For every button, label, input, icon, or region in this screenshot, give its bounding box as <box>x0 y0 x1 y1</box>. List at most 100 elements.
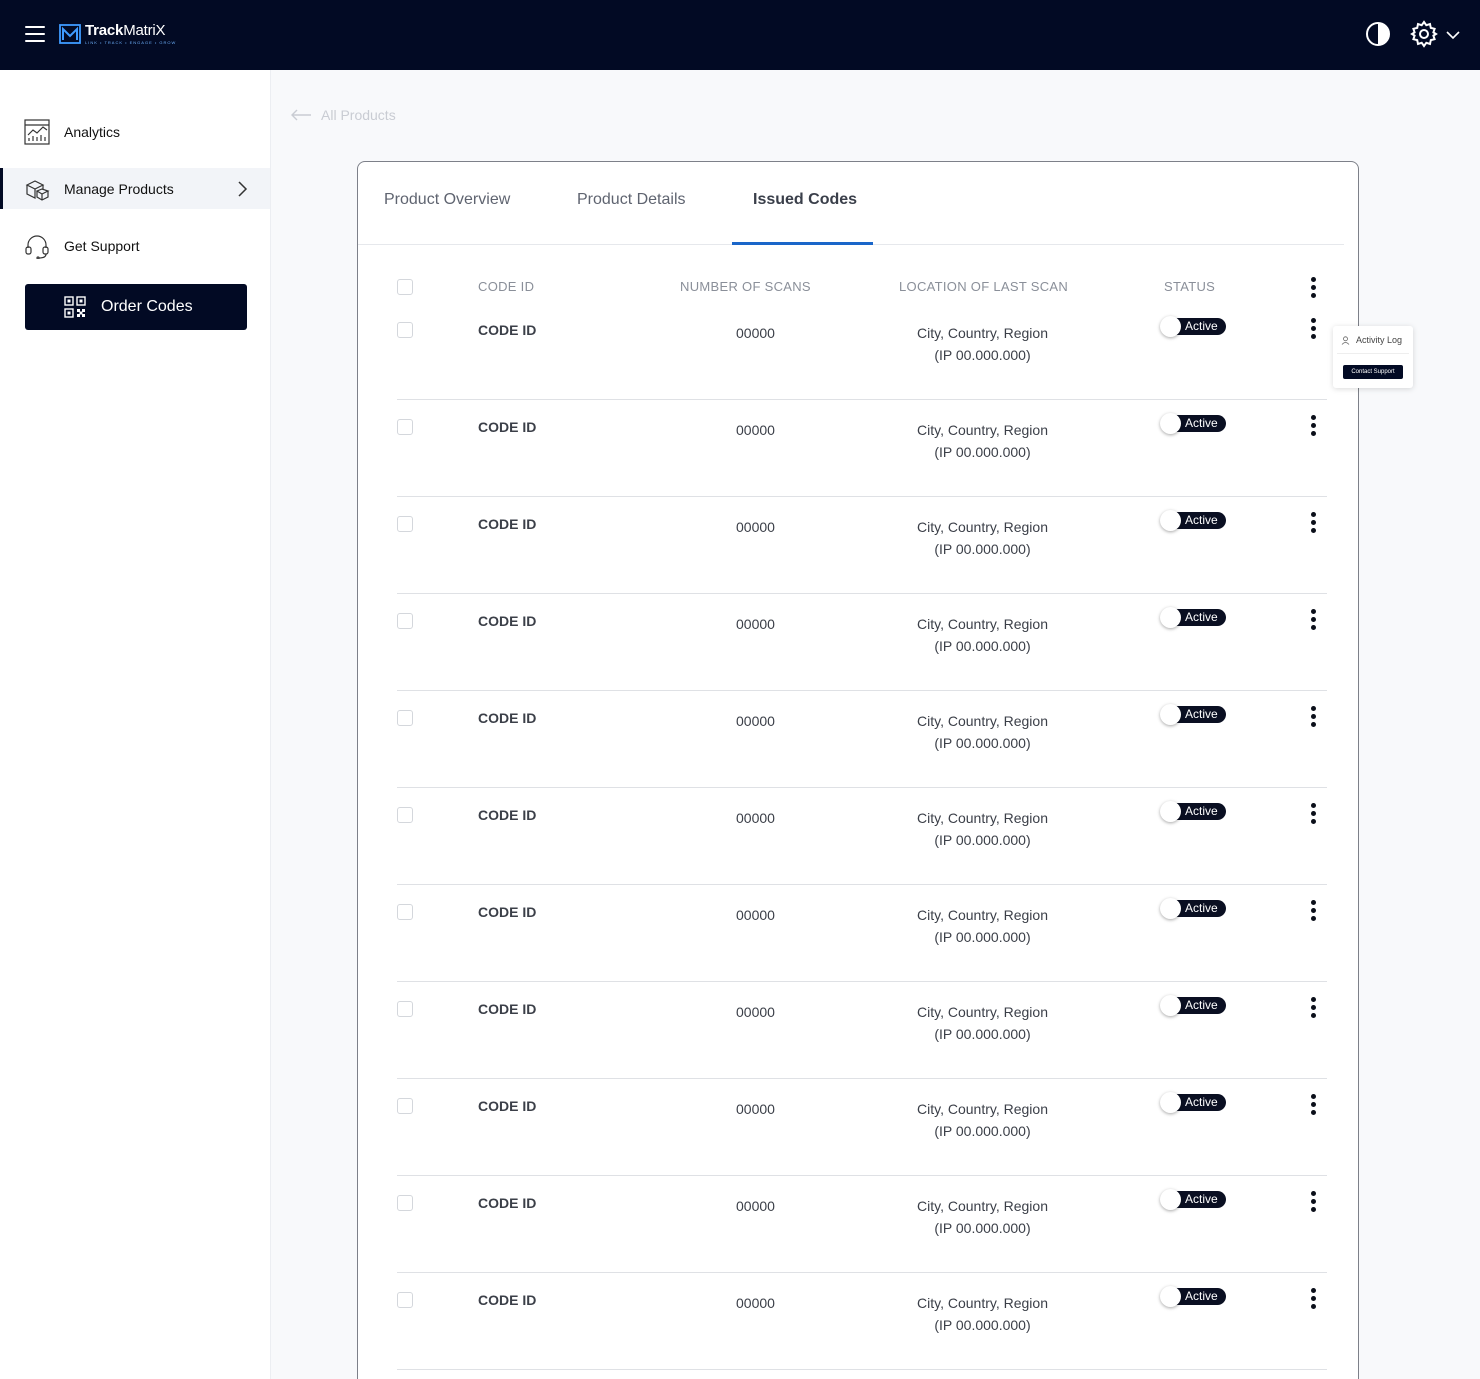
row-more-icon[interactable] <box>1309 1288 1317 1310</box>
status-toggle[interactable]: Active <box>1160 995 1226 1016</box>
boxes-icon <box>25 179 50 201</box>
menu-icon[interactable] <box>25 26 45 44</box>
toggle-knob <box>1160 1286 1181 1307</box>
row-checkbox[interactable] <box>397 710 413 726</box>
row-checkbox[interactable] <box>397 807 413 823</box>
logo-name: TrackMatriX <box>85 22 166 39</box>
row-checkbox[interactable] <box>397 1001 413 1017</box>
header-status[interactable]: STATUS <box>1164 279 1215 294</box>
table-row[interactable]: CODE ID 00000 City, Country, Region (IP 00.… <box>397 1079 1327 1176</box>
row-more-icon[interactable] <box>1309 415 1317 437</box>
ip-text: (IP 00.000.000) <box>934 929 1031 945</box>
location-cell: City, Country, Region (IP 00.000.000) <box>900 1292 1065 1336</box>
table-row[interactable]: CODE ID 00000 City, Country, Region (IP 00.… <box>397 1176 1327 1273</box>
tab-bar: Product Overview Product Details Issued … <box>358 162 1344 245</box>
sidebar-item-manage-products[interactable]: Manage Products <box>0 168 270 209</box>
location-cell: City, Country, Region (IP 00.000.000) <box>900 322 1065 366</box>
row-more-icon[interactable] <box>1309 609 1317 631</box>
tab-product-details[interactable]: Product Details <box>577 191 686 209</box>
status-toggle[interactable]: Active <box>1160 1189 1226 1210</box>
row-more-icon[interactable] <box>1309 900 1317 922</box>
activity-log-label: Activity Log <box>1356 335 1403 345</box>
table-row[interactable]: CODE ID 00000 City, Country, Region (IP 00.… <box>397 885 1327 982</box>
code-id-cell: CODE ID <box>478 807 537 823</box>
sidebar-item-analytics[interactable]: Analytics <box>0 111 270 152</box>
top-bar: TrackMatriX LINK • TRACK • ENGAGE • GROW <box>0 0 1480 70</box>
status-toggle[interactable]: Active <box>1160 704 1226 725</box>
table-row[interactable]: CODE ID 00000 City, Country, Region (IP 00.… <box>397 594 1327 691</box>
header-code-id[interactable]: CODE ID <box>478 279 534 294</box>
user-icon <box>1341 335 1350 345</box>
chevron-right-icon <box>238 180 248 197</box>
header-more-icon[interactable] <box>1309 277 1317 299</box>
order-codes-label: Order Codes <box>101 298 193 315</box>
order-codes-button[interactable]: Order Codes <box>25 284 247 330</box>
contact-support-button[interactable]: Contact Support <box>1343 365 1403 379</box>
breadcrumb-label: All Products <box>321 107 396 123</box>
status-toggle[interactable]: Active <box>1160 316 1226 337</box>
scans-cell: 00000 <box>736 1101 775 1117</box>
table-row[interactable]: CODE ID 00000 City, Country, Region (IP 00.… <box>397 497 1327 594</box>
status-toggle[interactable]: Active <box>1160 898 1226 919</box>
status-label: Active <box>1185 1289 1218 1303</box>
sidebar-item-get-support[interactable]: Get Support <box>0 225 270 266</box>
row-checkbox[interactable] <box>397 613 413 629</box>
chevron-down-icon[interactable] <box>1445 29 1461 41</box>
code-id-cell: CODE ID <box>478 1195 537 1211</box>
status-toggle[interactable]: Active <box>1160 1092 1226 1113</box>
contrast-icon[interactable] <box>1365 21 1391 47</box>
header-location-of-last-scan[interactable]: LOCATION OF LAST SCAN <box>899 279 1068 294</box>
row-checkbox[interactable] <box>397 1292 413 1308</box>
row-more-icon[interactable] <box>1309 706 1317 728</box>
row-checkbox[interactable] <box>397 322 413 338</box>
table-row[interactable]: CODE ID 00000 City, Country, Region (IP 00.… <box>397 303 1327 400</box>
row-more-icon[interactable] <box>1309 803 1317 825</box>
headset-icon <box>25 234 49 259</box>
table-row[interactable]: CODE ID 00000 City, Country, Region (IP 00.… <box>397 788 1327 885</box>
tab-issued-codes[interactable]: Issued Codes <box>753 191 857 209</box>
status-toggle[interactable]: Active <box>1160 801 1226 822</box>
row-more-icon[interactable] <box>1309 997 1317 1019</box>
ip-text: (IP 00.000.000) <box>934 638 1031 654</box>
activity-log-item[interactable]: Activity Log <box>1341 335 1402 345</box>
row-more-icon[interactable] <box>1309 512 1317 534</box>
row-checkbox[interactable] <box>397 516 413 532</box>
ip-text: (IP 00.000.000) <box>934 1317 1031 1333</box>
select-all-checkbox[interactable] <box>397 279 413 295</box>
row-checkbox[interactable] <box>397 904 413 920</box>
status-toggle[interactable]: Active <box>1160 607 1226 628</box>
row-checkbox[interactable] <box>397 1098 413 1114</box>
row-more-icon[interactable] <box>1309 1094 1317 1116</box>
gear-icon[interactable] <box>1410 20 1438 48</box>
tab-product-overview[interactable]: Product Overview <box>384 191 510 209</box>
code-id-cell: CODE ID <box>478 1292 537 1308</box>
toggle-knob <box>1160 1092 1181 1113</box>
code-id-cell: CODE ID <box>478 904 537 920</box>
header-number-of-scans[interactable]: NUMBER OF SCANS <box>680 279 811 294</box>
location-cell: City, Country, Region (IP 00.000.000) <box>900 807 1065 851</box>
scans-cell: 00000 <box>736 713 775 729</box>
location-cell: City, Country, Region (IP 00.000.000) <box>900 710 1065 754</box>
status-toggle[interactable]: Active <box>1160 1286 1226 1307</box>
status-toggle[interactable]: Active <box>1160 413 1226 434</box>
table-row[interactable]: CODE ID 00000 City, Country, Region (IP 00.… <box>397 400 1327 497</box>
logo[interactable]: TrackMatriX LINK • TRACK • ENGAGE • GROW <box>59 22 176 45</box>
scans-cell: 00000 <box>736 616 775 632</box>
table-row[interactable]: CODE ID 00000 City, Country, Region (IP 00.… <box>397 982 1327 1079</box>
status-label: Active <box>1185 1095 1218 1109</box>
toggle-knob <box>1160 1189 1181 1210</box>
breadcrumb-back[interactable]: All Products <box>290 107 396 123</box>
row-checkbox[interactable] <box>397 1195 413 1211</box>
ip-text: (IP 00.000.000) <box>934 1026 1031 1042</box>
status-label: Active <box>1185 1192 1218 1206</box>
status-toggle[interactable]: Active <box>1160 510 1226 531</box>
scans-cell: 00000 <box>736 1004 775 1020</box>
code-id-cell: CODE ID <box>478 1001 537 1017</box>
sidebar-item-label: Manage Products <box>64 180 174 197</box>
table-row[interactable]: CODE ID 00000 City, Country, Region (IP 00.… <box>397 1273 1327 1370</box>
toggle-knob <box>1160 607 1181 628</box>
row-checkbox[interactable] <box>397 419 413 435</box>
row-more-icon[interactable] <box>1309 318 1317 340</box>
table-row[interactable]: CODE ID 00000 City, Country, Region (IP 00.… <box>397 691 1327 788</box>
row-more-icon[interactable] <box>1309 1191 1317 1213</box>
